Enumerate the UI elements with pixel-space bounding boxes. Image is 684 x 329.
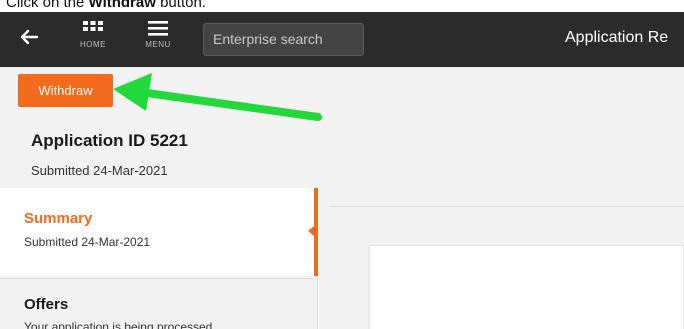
content-card <box>369 245 684 329</box>
instruction-prefix: Click on the <box>6 0 89 11</box>
submitted-date: Submitted 24-Mar-2021 <box>31 163 168 178</box>
withdraw-button[interactable]: Withdraw <box>18 74 113 107</box>
instruction-text: Click on the Withdraw button. <box>0 0 684 12</box>
back-arrow-icon[interactable] <box>18 26 44 52</box>
menu-hamburger-icon <box>148 21 168 36</box>
sidebar-item-subtitle: Submitted 24-Mar-2021 <box>24 235 151 249</box>
sidebar-item-title: Offers <box>24 296 69 313</box>
sidebar-item-subtitle: Your application is being processed <box>24 320 213 329</box>
instruction-suffix: button. <box>155 0 206 11</box>
sidebar: Summary Submitted 24-Mar-2021 Offers You… <box>0 188 318 329</box>
active-notch-icon <box>308 226 314 236</box>
sidebar-item-summary[interactable]: Summary Submitted 24-Mar-2021 <box>0 188 318 276</box>
top-navigation-bar: HOME MENU Enterprise search Application … <box>0 12 684 67</box>
page-title: Application Re <box>565 29 669 46</box>
application-header: Withdraw Application ID 5221 Submitted 2… <box>0 67 684 188</box>
sidebar-item-offers[interactable]: Offers Your application is being process… <box>0 278 314 329</box>
main-content <box>319 188 684 329</box>
menu-label: MENU <box>145 40 171 49</box>
home-button[interactable]: HOME <box>73 21 113 61</box>
active-indicator <box>314 188 318 276</box>
home-grid-icon <box>83 21 103 31</box>
instruction-target: Withdraw <box>88 0 156 11</box>
application-id: Application ID 5221 <box>31 131 188 150</box>
divider <box>329 206 684 207</box>
enterprise-search-input[interactable]: Enterprise search <box>203 23 364 56</box>
sidebar-item-title: Summary <box>24 210 93 227</box>
home-label: HOME <box>80 40 106 49</box>
menu-button[interactable]: MENU <box>138 21 178 61</box>
